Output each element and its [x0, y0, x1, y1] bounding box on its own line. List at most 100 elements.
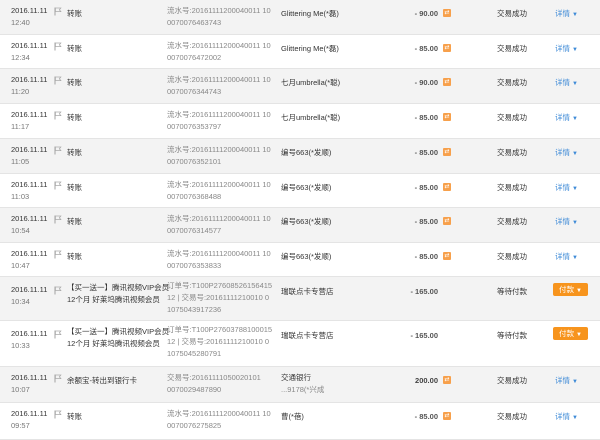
detail-link[interactable]: 详情 ▼	[555, 411, 578, 424]
detail-label: 详情	[555, 148, 570, 157]
detail-label: 详情	[555, 78, 570, 87]
amount: 200.00	[415, 376, 438, 385]
detail-link[interactable]: 详情 ▼	[555, 147, 578, 160]
date-time: 2016.11.11 12:34	[11, 40, 47, 64]
counterparty-name: Glittering Me(*磊)	[281, 44, 339, 53]
date: 2016.11.11	[11, 6, 48, 15]
date: 2016.11.11	[11, 285, 48, 294]
detail-link[interactable]: 详情 ▼	[555, 77, 578, 90]
serial-line: 0070029487890	[167, 385, 222, 394]
detail-link[interactable]: 详情 ▼	[555, 8, 578, 21]
serial-line: 交易号:20161111050020101	[167, 373, 261, 382]
serial-line: 0070076353833	[167, 261, 222, 270]
counterparty: 七月umbrella(*聪)	[281, 77, 340, 89]
caret-down-icon: ▼	[576, 288, 582, 294]
detail-link[interactable]: 详情 ▼	[555, 43, 578, 56]
flag-icon[interactable]	[54, 42, 62, 51]
detail-link[interactable]: 详情 ▼	[555, 182, 578, 195]
counterparty-name: 瑞联点卡专营店	[281, 331, 334, 340]
counterparty: Glittering Me(*磊)	[281, 43, 339, 55]
time: 09:57	[11, 421, 30, 430]
amount: - 85.00	[414, 148, 438, 157]
serial-number: 流水号:20161111200040011 10 0070076344743	[167, 74, 271, 98]
date: 2016.11.11	[11, 110, 48, 119]
transaction-name: 余额宝-转出到银行卡	[67, 376, 137, 385]
counterparty: 瑞联点卡专营店	[281, 330, 334, 342]
pay-label: 付款	[559, 285, 574, 294]
detail-label: 详情	[555, 183, 570, 192]
transaction-row: 2016.11.11 11:03 转账 流水号:2016111120004001…	[0, 174, 600, 208]
date-time: 2016.11.11 11:20	[11, 74, 47, 98]
date: 2016.11.11	[11, 180, 48, 189]
serial-number: 流水号:20161111200040011 10 0070076314577	[167, 213, 271, 237]
counterparty: 编号663(*发顺)	[281, 216, 331, 228]
transfer-icon: ⇄	[443, 217, 451, 225]
caret-down-icon: ▼	[572, 12, 578, 18]
date-time: 2016.11.11 11:05	[11, 144, 47, 168]
time: 10:34	[11, 297, 30, 306]
flag-icon[interactable]	[54, 215, 62, 224]
caret-down-icon: ▼	[572, 81, 578, 87]
transaction-name[interactable]: 【买一送一】腾讯视频VIP会员12个月 好莱坞腾讯视频会员	[67, 326, 175, 349]
time: 12:34	[11, 53, 30, 62]
transaction-row: 2016.11.11 12:34 转账 流水号:2016111120004001…	[0, 35, 600, 69]
transaction-name[interactable]: 【买一送一】腾讯视频VIP会员12个月 好莱坞腾讯视频会员	[67, 282, 175, 305]
flag-icon[interactable]	[54, 111, 62, 120]
detail-link[interactable]: 详情 ▼	[555, 112, 578, 125]
serial-line: 流水号:20161111200040011 10	[167, 6, 271, 15]
detail-link[interactable]: 详情 ▼	[555, 251, 578, 264]
serial-line: 流水号:20161111200040011 10	[167, 75, 271, 84]
status-text: 交易成功	[497, 9, 527, 18]
flag-icon[interactable]	[54, 330, 62, 339]
date: 2016.11.11	[11, 409, 48, 418]
time: 10:33	[11, 341, 30, 350]
counterparty-name: 编号663(*发顺)	[281, 217, 332, 226]
serial-line: 0070076352101	[167, 157, 222, 166]
date-time: 2016.11.11 12:40	[11, 5, 47, 29]
status-text: 等待付款	[497, 331, 527, 340]
flag-icon[interactable]	[54, 374, 62, 383]
transaction-row: 2016.11.11 11:20 转账 流水号:2016111120004001…	[0, 69, 600, 104]
serial-line: 12 | 交易号:20161111210010 0	[167, 337, 270, 346]
status-text: 交易成功	[497, 376, 527, 385]
serial-line: 0070076344743	[167, 87, 222, 96]
date: 2016.11.11	[11, 329, 48, 338]
transaction-name: 转账	[67, 78, 82, 87]
counterparty: 七月umbrella(*聪)	[281, 112, 340, 124]
serial-line: 0070076314577	[167, 226, 222, 235]
flag-icon[interactable]	[54, 76, 62, 85]
flag-icon[interactable]	[54, 181, 62, 190]
counterparty-name: 编号663(*发顺)	[281, 252, 332, 261]
serial-number: 流水号:20161111200040011 10 0070076352101	[167, 144, 271, 168]
date-time: 2016.11.11 10:34	[11, 284, 47, 308]
serial-line: 0070076368488	[167, 192, 222, 201]
serial-line: 0070076353797	[167, 122, 222, 131]
detail-link[interactable]: 详情 ▼	[555, 216, 578, 229]
flag-icon[interactable]	[54, 286, 62, 295]
flag-icon[interactable]	[54, 146, 62, 155]
serial-line: 0070076463743	[167, 18, 222, 27]
pay-button[interactable]: 付款 ▼	[553, 327, 588, 340]
time: 11:17	[11, 122, 30, 131]
date: 2016.11.11	[11, 41, 48, 50]
detail-link[interactable]: 详情 ▼	[555, 375, 578, 388]
flag-icon[interactable]	[54, 250, 62, 259]
flag-icon[interactable]	[54, 7, 62, 16]
transfer-icon: ⇄	[443, 376, 451, 384]
transaction-row: 2016.11.11 10:47 转账 流水号:2016111120004001…	[0, 243, 600, 277]
serial-line: 12 | 交易号:20161111210010 0	[167, 293, 270, 302]
transaction-row: 2016.11.11 11:05 转账 流水号:2016111120004001…	[0, 139, 600, 174]
detail-label: 详情	[555, 412, 570, 421]
serial-number: 流水号:20161111200040011 10 0070076353833	[167, 248, 271, 272]
counterparty-name: Glittering Me(*磊)	[281, 9, 339, 18]
pay-button[interactable]: 付款 ▼	[553, 283, 588, 296]
date-time: 2016.11.11 11:17	[11, 109, 47, 133]
flag-icon[interactable]	[54, 410, 62, 419]
transfer-icon: ⇄	[443, 9, 451, 17]
caret-down-icon: ▼	[572, 379, 578, 385]
counterparty-account: ...9178(*兴成	[281, 385, 325, 394]
transaction-row: 2016.11.11 09:57 转账 流水号:2016111120004001…	[0, 403, 600, 440]
date-time: 2016.11.11 10:47	[11, 248, 47, 272]
serial-line: 流水号:20161111200040011 10	[167, 249, 271, 258]
transaction-name: 转账	[67, 183, 82, 192]
